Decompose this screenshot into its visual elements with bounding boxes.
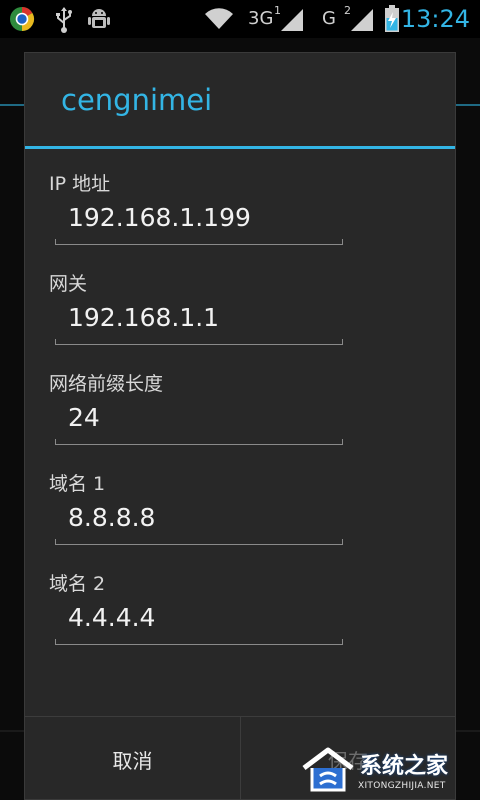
ip-address-label: IP 地址 — [49, 173, 111, 195]
ip-address-value: 192.168.1.199 — [68, 203, 251, 232]
network-type-1: 3G — [248, 8, 274, 29]
watermark: 系统之家 XITONGZHIJIA.NET — [300, 744, 478, 798]
network-type-2: G — [322, 8, 336, 29]
battery-charging-icon — [384, 5, 400, 37]
signal-3g-icon — [280, 8, 304, 36]
gateway-input[interactable]: 192.168.1.1 — [55, 301, 343, 345]
dns2-value: 4.4.4.4 — [68, 603, 156, 632]
prefix-length-input[interactable]: 24 — [55, 401, 343, 445]
dns2-underline — [55, 639, 343, 645]
android-debug-icon — [86, 6, 112, 36]
wifi-static-ip-dialog: cengnimei IP 地址 192.168.1.199 网关 192.168… — [24, 52, 456, 800]
dns2-input[interactable]: 4.4.4.4 — [55, 601, 343, 645]
dialog-title: cengnimei — [61, 83, 213, 117]
ip-address-underline — [55, 239, 343, 245]
watermark-url: XITONGZHIJIA.NET — [358, 781, 446, 791]
prefix-length-underline — [55, 439, 343, 445]
dns1-input[interactable]: 8.8.8.8 — [55, 501, 343, 545]
usb-icon — [54, 7, 74, 37]
title-divider — [25, 146, 455, 149]
wifi-icon — [204, 7, 234, 35]
chrome-like-app-icon — [8, 5, 36, 37]
gateway-label: 网关 — [49, 273, 88, 295]
watermark-house-logo-icon — [300, 746, 356, 798]
signal-g-icon — [350, 8, 374, 36]
screen: 3G 1 G 2 13:24 cengnimei IP 地址 192.168.1… — [0, 0, 480, 800]
dns1-underline — [55, 539, 343, 545]
dns1-label: 域名 1 — [49, 473, 106, 495]
prefix-length-value: 24 — [68, 403, 100, 432]
prefix-length-label: 网络前缀长度 — [49, 373, 164, 395]
watermark-text: 系统之家 — [360, 754, 449, 779]
dns2-label: 域名 2 — [49, 573, 106, 595]
gateway-value: 192.168.1.1 — [68, 303, 220, 332]
gateway-underline — [55, 339, 343, 345]
ip-address-input[interactable]: 192.168.1.199 — [55, 201, 343, 245]
status-bar-clock: 13:24 — [400, 5, 470, 33]
dns1-value: 8.8.8.8 — [68, 503, 156, 532]
cancel-button[interactable]: 取消 — [25, 717, 240, 800]
status-bar: 3G 1 G 2 13:24 — [0, 0, 480, 38]
